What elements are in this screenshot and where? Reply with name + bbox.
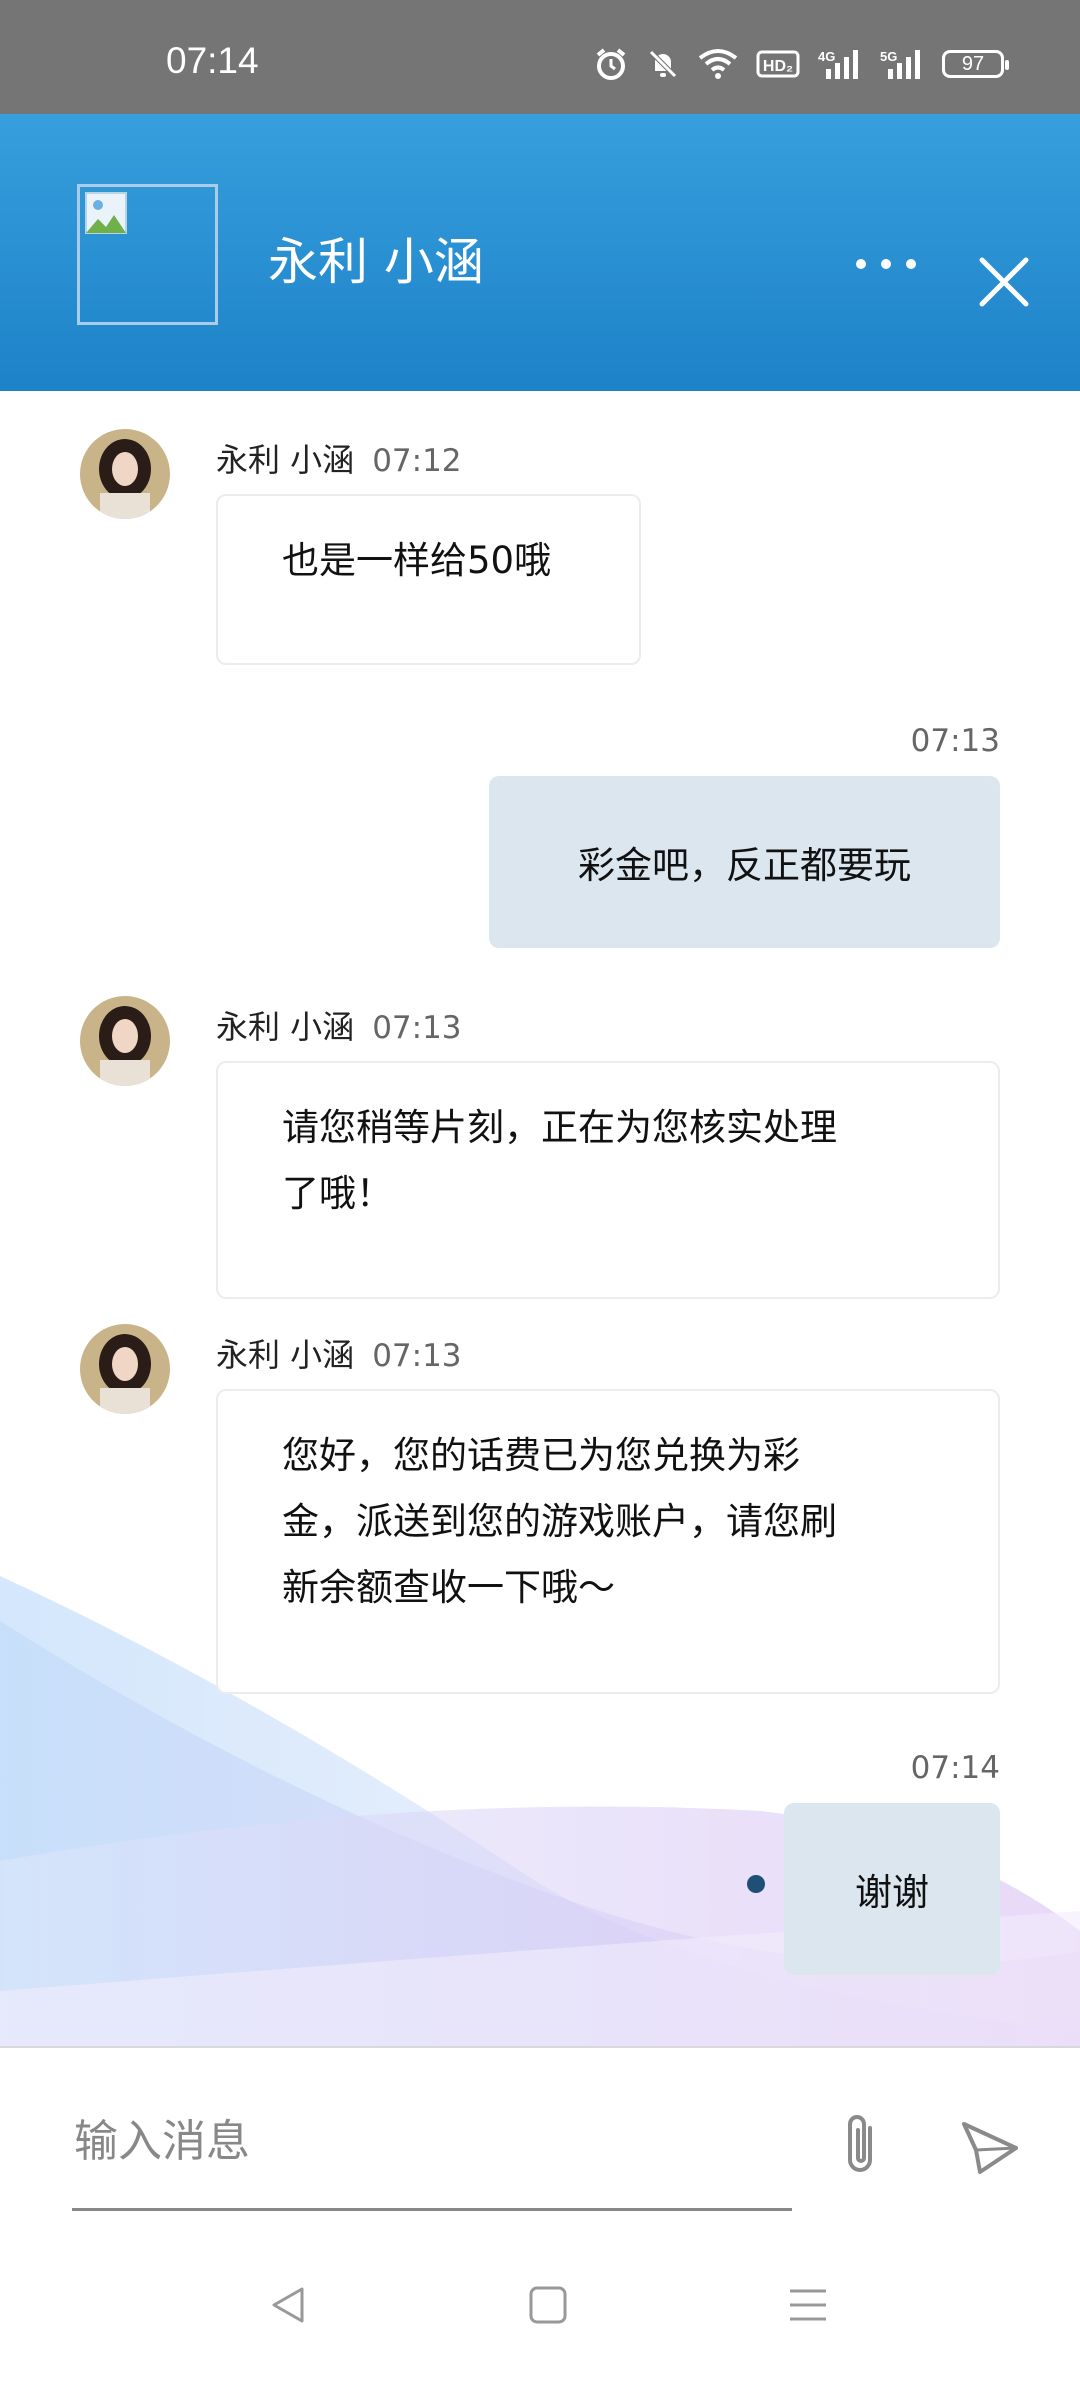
message-line: 金，派送到您的游戏账户，请您刷 xyxy=(282,1500,837,1543)
input-underline xyxy=(72,2208,792,2211)
message-line: 了哦！ xyxy=(282,1172,393,1215)
sender-name: 永利 小涵 xyxy=(216,441,355,479)
agent-avatar[interactable] xyxy=(80,996,170,1086)
home-icon xyxy=(529,2286,567,2324)
message-meta: 永利 小涵 07:12 xyxy=(216,435,462,481)
broken-image-icon xyxy=(85,192,127,234)
message-list[interactable]: 永利 小涵 07:12 也是一样给50哦 07:13 彩金吧，反正都要玩 永利 小… xyxy=(0,391,1080,2046)
send-icon xyxy=(962,2122,1018,2174)
back-icon xyxy=(272,2287,304,2323)
wifi-icon xyxy=(698,48,738,80)
attach-button[interactable] xyxy=(832,2110,888,2180)
sent-status-dot xyxy=(747,1875,765,1893)
message-time: 07:12 xyxy=(372,443,462,479)
agent-avatar[interactable] xyxy=(80,429,170,519)
incoming-message-bubble[interactable]: 您好，您的话费已为您兑换为彩 金，派送到您的游戏账户，请您刷 新余额查收一下哦～ xyxy=(216,1389,1000,1694)
alarm-icon xyxy=(594,47,628,81)
message-time: 07:13 xyxy=(372,1010,462,1046)
status-bar: 07:14 HD₂ 4G 5G 97 xyxy=(0,0,1080,114)
agent-avatar[interactable] xyxy=(80,1324,170,1414)
more-options-button[interactable] xyxy=(856,254,916,274)
message-time: 07:13 xyxy=(372,1338,462,1374)
incoming-message-bubble[interactable]: 也是一样给50哦 xyxy=(216,494,641,665)
close-button[interactable] xyxy=(976,254,1032,310)
paperclip-icon xyxy=(848,2115,872,2172)
battery-indicator: 97 xyxy=(942,50,1009,78)
incoming-message-bubble[interactable]: 请您稍等片刻，正在为您核实处理 了哦！ xyxy=(216,1061,1000,1299)
message-text: 彩金吧，反正都要玩 xyxy=(578,844,911,887)
outgoing-message-bubble[interactable]: 彩金吧，反正都要玩 xyxy=(489,776,1000,948)
message-text: 也是一样给50哦 xyxy=(282,539,552,582)
message-input[interactable] xyxy=(72,2108,796,2174)
signal-5g-icon: 5G xyxy=(880,47,924,81)
recents-button[interactable] xyxy=(786,2283,830,2331)
svg-text:5G: 5G xyxy=(880,49,897,64)
message-line: 新余额查收一下哦～ xyxy=(282,1566,615,1609)
system-navigation-bar xyxy=(0,2221,1080,2400)
sender-name: 永利 小涵 xyxy=(216,1008,355,1046)
message-time: 07:13 xyxy=(910,723,1000,759)
send-button[interactable] xyxy=(960,2120,1020,2176)
message-meta: 永利 小涵 07:13 xyxy=(216,1330,462,1376)
svg-text:HD₂: HD₂ xyxy=(763,58,793,75)
home-button[interactable] xyxy=(526,2283,570,2331)
message-composer xyxy=(0,2046,1080,2223)
status-time: 07:14 xyxy=(166,40,259,81)
message-line: 请您稍等片刻，正在为您核实处理 xyxy=(282,1106,837,1149)
message-meta: 永利 小涵 07:13 xyxy=(216,1002,462,1048)
chat-header: 永利 小涵 xyxy=(0,114,1080,391)
message-text: 谢谢 xyxy=(855,1871,929,1914)
chat-title: 永利 小涵 xyxy=(268,233,484,291)
hd-icon: HD₂ xyxy=(756,48,800,80)
message-line: 您好，您的话费已为您兑换为彩 xyxy=(282,1434,800,1477)
menu-icon xyxy=(790,2289,826,2321)
sender-name: 永利 小涵 xyxy=(216,1336,355,1374)
message-time: 07:14 xyxy=(910,1750,1000,1786)
more-horizontal-icon xyxy=(856,259,866,269)
signal-4g-icon: 4G xyxy=(818,47,862,81)
mute-icon xyxy=(646,47,680,81)
status-icons: HD₂ 4G 5G 97 xyxy=(594,44,1009,84)
svg-text:4G: 4G xyxy=(818,49,835,64)
outgoing-message-bubble[interactable]: 谢谢 xyxy=(784,1803,1000,1975)
back-button[interactable] xyxy=(266,2283,310,2331)
agent-avatar-placeholder xyxy=(77,184,218,325)
close-icon xyxy=(979,257,1029,307)
